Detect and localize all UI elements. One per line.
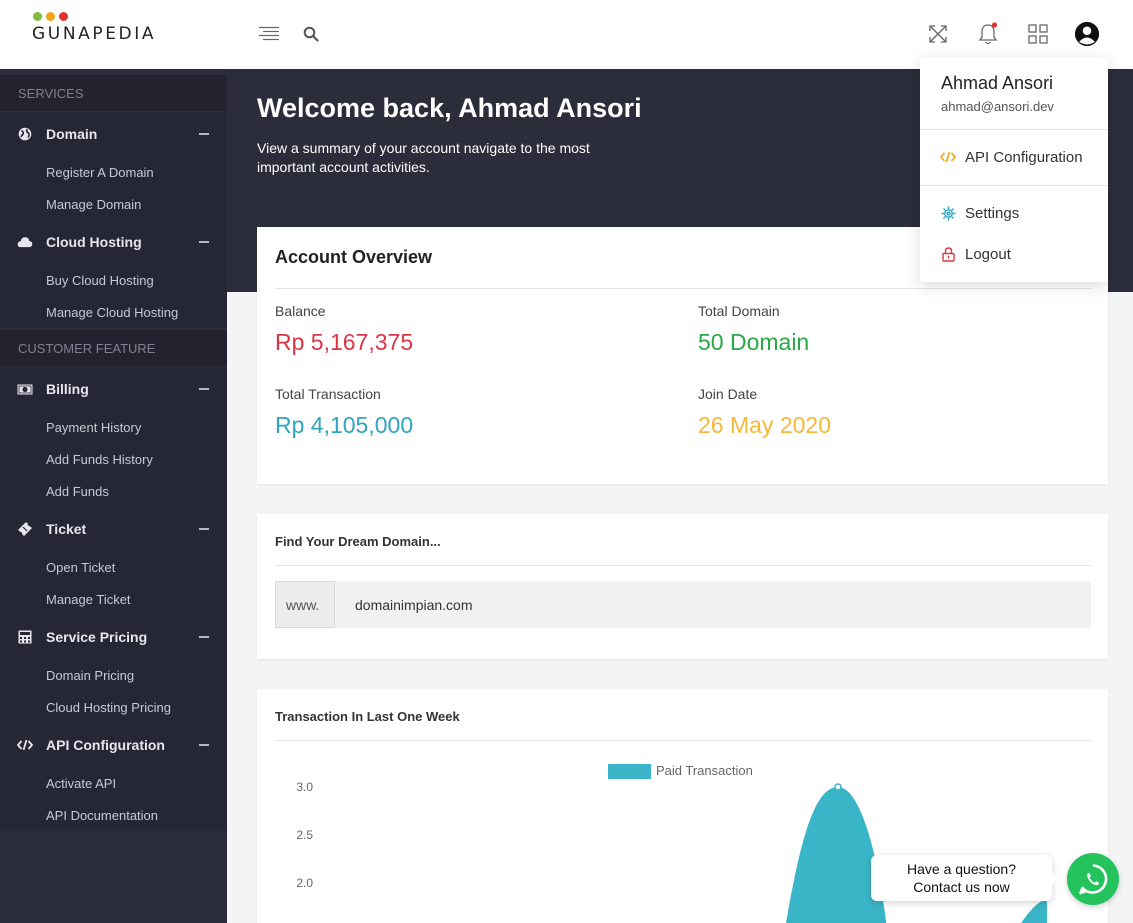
total-transaction-value: Rp 4,105,000 [275,412,414,438]
divider [920,129,1108,130]
sidebar-item-label: Domain [46,126,98,142]
menu-icon[interactable] [256,20,282,48]
ticket-icon [17,521,33,537]
sidebar-section-services: SERVICES [0,75,227,111]
divider [275,288,1091,289]
sidebar-subitem-open-ticket[interactable]: Open Ticket [46,560,115,575]
sidebar-item-domain[interactable]: Domain [0,119,227,149]
collapse-icon[interactable] [199,133,209,135]
sidebar-item-service-pricing[interactable]: Service Pricing [0,622,227,652]
sidebar-item-label: Billing [46,381,89,397]
welcome-title: Welcome back, Ahmad Ansori [257,93,642,123]
calculator-icon [17,629,33,645]
brand-name: GUNAPEDIA [32,24,157,44]
collapse-icon[interactable] [199,528,209,530]
collapse-icon[interactable] [199,241,209,243]
sidebar-subitem-payment-history[interactable]: Payment History [46,420,141,435]
sidebar-item-label: API Configuration [46,737,165,753]
code-icon [17,737,33,753]
balance-value: Rp 5,167,375 [275,329,414,355]
money-icon [17,381,33,397]
menu-item-label: Logout [965,246,1011,263]
y-tick-label: 3.0 [296,780,313,794]
legend-swatch [608,764,651,779]
sidebar-subitem-manage-ticket[interactable]: Manage Ticket [46,592,131,607]
series-area-paid-transaction-right [1021,899,1047,923]
menu-item-settings[interactable]: Settings [920,199,1108,227]
contact-line-1: Have a question? [907,861,1016,877]
collapse-icon[interactable] [199,388,209,390]
sidebar-section-customer-feature: CUSTOMER FEATURE [0,330,227,366]
user-email: ahmad@ansori.dev [941,99,1054,114]
collapse-icon[interactable] [199,744,209,746]
divider [275,565,1091,566]
contact-line-2: Contact us now [913,879,1010,895]
sidebar-subitem-api-documentation[interactable]: API Documentation [46,808,158,823]
domain-search-title: Find Your Dream Domain... [275,534,441,549]
domain-search-input[interactable] [335,581,1091,628]
globe-icon [17,126,33,142]
data-point [834,783,842,791]
join-date-value: 26 May 2020 [698,412,831,438]
contact-tooltip[interactable]: Have a question? Contact us now [871,855,1059,901]
sidebar-subitem-activate-api[interactable]: Activate API [46,776,116,791]
domain-search-card: Find Your Dream Domain... www. [257,514,1108,659]
user-name: Ahmad Ansori [941,73,1054,93]
y-tick-label: 2.0 [296,876,313,890]
divider [920,185,1108,186]
legend-label: Paid Transaction [656,763,753,778]
user-dropdown-menu: Ahmad Ansori ahmad@ansori.dev API Config… [920,57,1108,282]
account-overview-title: Account Overview [275,247,433,267]
sidebar-customer-group: Billing Payment History Add Funds Histor… [0,367,227,831]
fullscreen-icon[interactable] [925,20,951,48]
sidebar-subitem-manage-cloud-hosting[interactable]: Manage Cloud Hosting [46,305,178,320]
sidebar-subitem-domain-pricing[interactable]: Domain Pricing [46,668,134,683]
menu-item-api-configuration[interactable]: API Configuration [920,143,1108,171]
y-tick-label: 2.5 [296,828,313,842]
sidebar-subitem-add-funds-history[interactable]: Add Funds History [46,452,153,467]
apps-grid-icon[interactable] [1025,20,1051,48]
whatsapp-chat-button[interactable] [1067,853,1119,905]
sidebar-item-label: Ticket [46,521,87,537]
menu-item-label: Settings [965,205,1020,222]
lock-icon [940,246,956,262]
total-domain-value: 50 Domain [698,329,810,355]
menu-item-label: API Configuration [965,149,1083,166]
collapse-icon[interactable] [199,636,209,638]
sidebar-item-label: Cloud Hosting [46,234,142,250]
sidebar-services-group: Domain Register A Domain Manage Domain C… [0,112,227,328]
logo-dots [33,12,156,21]
whatsapp-icon [1079,864,1108,895]
notification-bell-icon[interactable] [975,20,1001,48]
search-icon[interactable] [298,20,324,48]
sidebar-item-api-configuration[interactable]: API Configuration [0,730,227,760]
sidebar: SERVICES Domain Register A Domain Manage… [0,69,227,923]
series-area-paid-transaction [786,787,887,923]
sidebar-item-cloud-hosting[interactable]: Cloud Hosting [0,227,227,257]
sidebar-item-billing[interactable]: Billing [0,374,227,404]
welcome-subtitle: View a summary of your account navigate … [257,140,590,175]
www-prefix: www. [275,581,335,628]
user-account-icon[interactable] [1074,20,1100,48]
sidebar-item-ticket[interactable]: Ticket [0,514,227,544]
sidebar-item-label: Service Pricing [46,629,148,645]
sidebar-subitem-buy-cloud-hosting[interactable]: Buy Cloud Hosting [46,273,154,288]
total-transaction-label: Total Transaction [275,386,381,402]
menu-item-logout[interactable]: Logout [920,240,1108,268]
join-date-label: Join Date [698,386,758,402]
total-domain-label: Total Domain [698,303,780,319]
cloud-icon [17,234,33,250]
sidebar-subitem-add-funds[interactable]: Add Funds [46,484,109,499]
balance-label: Balance [275,303,326,319]
code-icon [940,149,956,165]
sidebar-subitem-register-domain[interactable]: Register A Domain [46,165,154,180]
brand-logo[interactable]: GUNAPEDIA [32,12,156,44]
gear-icon [940,205,956,221]
sidebar-subitem-manage-domain[interactable]: Manage Domain [46,197,141,212]
sidebar-subitem-cloud-hosting-pricing[interactable]: Cloud Hosting Pricing [46,700,171,715]
